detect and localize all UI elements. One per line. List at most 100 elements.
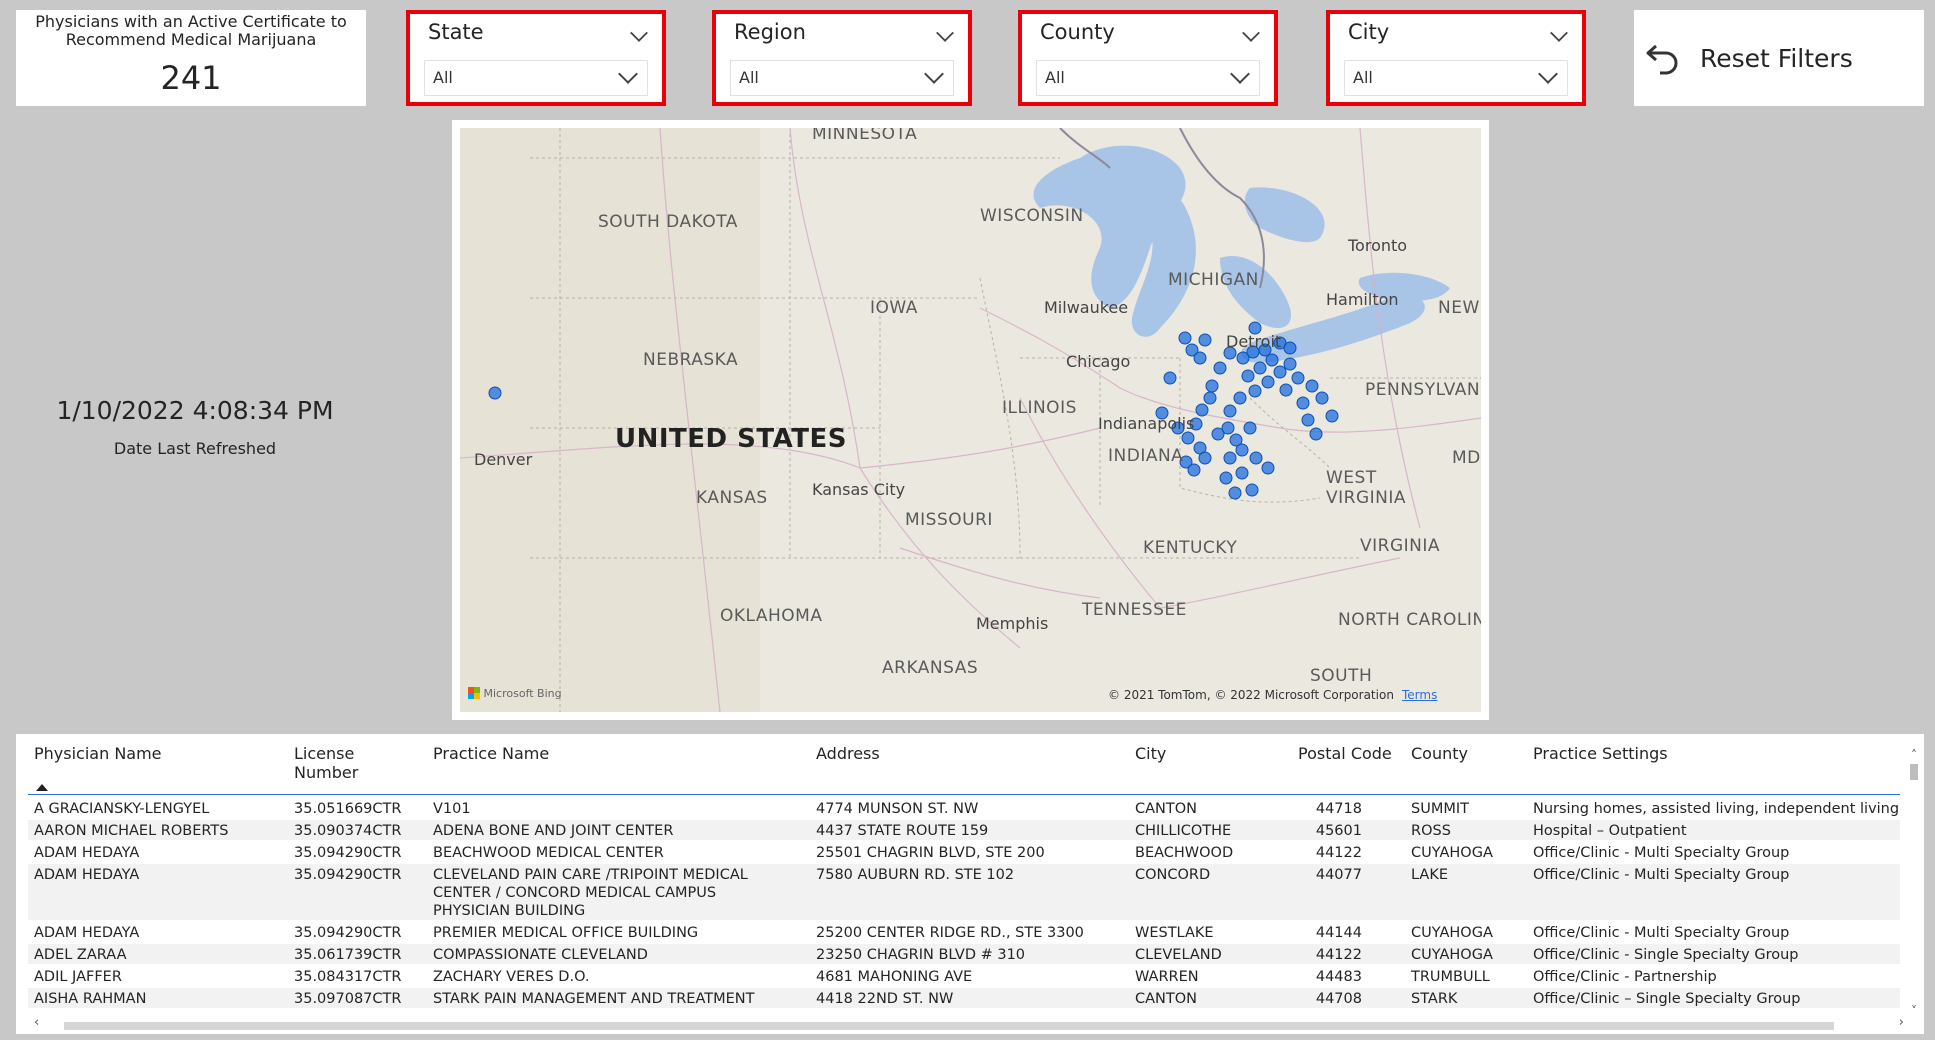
- table-cell: PREMIER MEDICAL OFFICE BUILDING: [433, 925, 699, 941]
- table-cell: ZACHARY VERES D.O.: [433, 969, 590, 985]
- county-dropdown-value: All: [1045, 68, 1065, 87]
- map-label: OKLAHOMA: [720, 606, 823, 626]
- map-label: PENNSYLVANIA: [1365, 380, 1481, 400]
- city-slicer[interactable]: City All: [1326, 10, 1586, 106]
- table-cell: LAKE: [1411, 867, 1449, 883]
- state-dropdown[interactable]: All: [424, 60, 648, 96]
- kpi-value: 241: [160, 59, 222, 97]
- map-city-label: Kansas City: [812, 480, 906, 499]
- map-label: MINNESOTA: [812, 128, 918, 144]
- sort-ascending-icon[interactable]: [36, 784, 48, 791]
- state-slicer-label: State: [428, 20, 484, 44]
- map-city-label: Chicago: [1066, 352, 1131, 371]
- chevron-down-icon[interactable]: [630, 24, 648, 42]
- map-copyright: © 2021 TomTom, © 2022 Microsoft Corporat…: [1108, 688, 1394, 702]
- table-row[interactable]: ADAM HEDAYA 35.094290CTR BEACHWOOD MEDICAL…: [28, 842, 1900, 862]
- table-cell: STARK: [1411, 991, 1458, 1007]
- table-row[interactable]: AISHA RAHMAN 35.097087CTR STARK PAIN MANAG…: [28, 988, 1900, 1008]
- table-cell: 35.084317CTR: [294, 969, 402, 985]
- table-cell: BEACHWOOD: [1135, 845, 1234, 861]
- table-row[interactable]: ADIL JAFFER 35.084317CTR ZACHARY VERES D.O…: [28, 966, 1900, 986]
- table-cell: ADAM HEDAYA: [34, 925, 140, 941]
- bing-logo: Microsoft Bing: [468, 687, 562, 700]
- table-cell: ROSS: [1411, 823, 1451, 839]
- table-cell: Office/Clinic – Single Specialty Group: [1533, 991, 1801, 1007]
- table-cell: ADAM HEDAYA: [34, 867, 140, 883]
- chevron-down-icon: [1538, 64, 1558, 84]
- table-cell: Office/Clinic - Multi Specialty Group: [1533, 867, 1790, 883]
- map-label: TENNESSEE: [1082, 600, 1187, 620]
- horizontal-scrollbar[interactable]: ‹ ›: [34, 1015, 1914, 1032]
- map-visual[interactable]: MINNESOTA SOUTH DAKOTA WISCONSIN MICHIGA…: [452, 120, 1489, 720]
- map-label: MICHIGAN: [1168, 270, 1259, 290]
- map-canvas[interactable]: MINNESOTA SOUTH DAKOTA WISCONSIN MICHIGA…: [460, 128, 1481, 712]
- scroll-up-icon[interactable]: ˄: [1908, 748, 1920, 762]
- table-cell: 23250 CHAGRIN BLVD # 310: [816, 947, 1026, 963]
- scroll-right-icon[interactable]: ›: [1899, 1015, 1904, 1030]
- column-header-practice-settings[interactable]: Practice Settings: [1533, 744, 1668, 763]
- column-header-address[interactable]: Address: [816, 744, 880, 763]
- table-row[interactable]: A GRACIANSKY-LENGYEL 35.051669CTR V101 4774…: [28, 798, 1900, 818]
- table-cell: 35.094290CTR: [294, 867, 402, 883]
- column-header-postal-code[interactable]: Postal Code: [1298, 744, 1392, 763]
- chevron-down-icon: [1230, 64, 1250, 84]
- column-header-city[interactable]: City: [1135, 744, 1166, 763]
- undo-icon: [1646, 44, 1678, 75]
- map-terms-link[interactable]: Terms: [1402, 688, 1437, 702]
- scroll-thumb[interactable]: [1910, 764, 1918, 780]
- chevron-down-icon[interactable]: [1242, 24, 1260, 42]
- table-cell: Nursing homes, assisted living, independ…: [1533, 801, 1900, 817]
- table-cell: 45601: [1315, 823, 1362, 839]
- table-cell: 44718: [1315, 801, 1362, 817]
- map-label: MISSOURI: [905, 510, 993, 530]
- column-header-physician-name[interactable]: Physician Name: [34, 744, 162, 763]
- table-cell: Hospital – Outpatient: [1533, 823, 1687, 839]
- column-header-county[interactable]: County: [1411, 744, 1468, 763]
- county-slicer[interactable]: County All: [1018, 10, 1278, 106]
- county-dropdown[interactable]: All: [1036, 60, 1260, 96]
- table-cell: CLEVELAND PAIN CARE /TRIPOINT MEDICAL CE…: [433, 867, 748, 919]
- table-cell: ADAM HEDAYA: [34, 845, 140, 861]
- table-cell: 35.094290CTR: [294, 925, 402, 941]
- scroll-down-icon[interactable]: ˅: [1908, 1004, 1920, 1018]
- horizontal-scroll-thumb[interactable]: [64, 1022, 1834, 1030]
- table-row[interactable]: ADAM HEDAYA 35.094290CTR PREMIER MEDICAL O…: [28, 922, 1900, 942]
- table-cell: BEACHWOOD MEDICAL CENTER: [433, 845, 664, 861]
- region-slicer[interactable]: Region All: [712, 10, 972, 106]
- map-city-label: Toronto: [1348, 236, 1408, 255]
- scroll-left-icon[interactable]: ‹: [34, 1015, 39, 1030]
- reset-filters-button[interactable]: Reset Filters: [1634, 10, 1924, 106]
- region-dropdown[interactable]: All: [730, 60, 954, 96]
- table-cell: Office/Clinic - Multi Specialty Group: [1533, 845, 1790, 861]
- chevron-down-icon[interactable]: [936, 24, 954, 42]
- table-row[interactable]: AARON MICHAEL ROBERTS 35.090374CTR ADENA B…: [28, 820, 1900, 840]
- map-label: VIRGINIA: [1360, 536, 1441, 556]
- city-dropdown[interactable]: All: [1344, 60, 1568, 96]
- reset-filters-label: Reset Filters: [1700, 44, 1853, 73]
- refresh-label: Date Last Refreshed: [113, 439, 277, 458]
- column-header-practice-name[interactable]: Practice Name: [433, 744, 549, 763]
- table-cell: 4418 22ND ST. NW: [816, 991, 954, 1007]
- table-row[interactable]: ADAM HEDAYA 35.094290CTR CLEVELAND PAIN CA…: [28, 864, 1900, 920]
- chevron-down-icon[interactable]: [1550, 24, 1568, 42]
- table-cell: 25200 CENTER RIDGE RD., STE 3300: [816, 925, 1084, 941]
- table-cell: ADENA BONE AND JOINT CENTER: [433, 823, 674, 839]
- column-header-license-number[interactable]: License Number: [294, 744, 374, 782]
- table-cell: ADEL ZARAA: [34, 947, 127, 963]
- state-dropdown-value: All: [433, 68, 453, 87]
- table-cell: 35.094290CTR: [294, 845, 402, 861]
- physicians-table[interactable]: Physician Name License Number Practice N…: [16, 734, 1924, 1034]
- map-label: ARKANSAS: [882, 658, 979, 678]
- city-dropdown-value: All: [1353, 68, 1373, 87]
- table-cell: CHILLICOTHE: [1135, 823, 1232, 839]
- table-cell: STARK PAIN MANAGEMENT AND TREATMENT: [433, 991, 755, 1007]
- vertical-scrollbar[interactable]: ˄ ˅: [1908, 748, 1920, 1018]
- map-label: INDIANA: [1108, 446, 1184, 466]
- state-slicer[interactable]: State All: [406, 10, 666, 106]
- map-label: SOUTH DAKOTA: [598, 212, 738, 232]
- table-cell: AARON MICHAEL ROBERTS: [34, 823, 229, 839]
- table-row[interactable]: ADEL ZARAA 35.061739CTR COMPASSIONATE CLEV…: [28, 944, 1900, 964]
- kpi-card: Physicians with an Active Certificate to…: [16, 10, 366, 106]
- microsoft-logo-icon: [468, 687, 480, 699]
- table-cell: AISHA RAHMAN: [34, 991, 147, 1007]
